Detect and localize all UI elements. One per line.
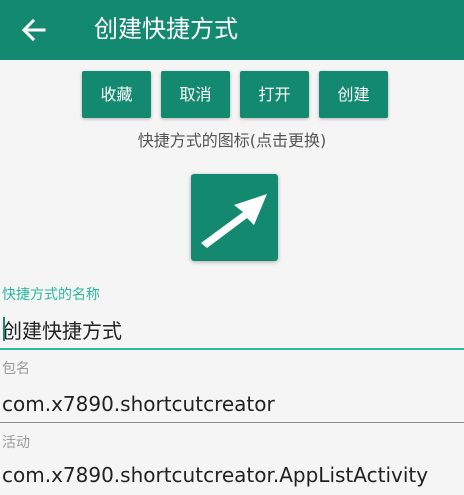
name-field-underline: [0, 348, 464, 350]
package-name-input[interactable]: [0, 384, 464, 424]
favorite-button[interactable]: 收藏: [82, 71, 151, 118]
activity-field-label: 活动: [2, 435, 30, 451]
app-title: 创建快捷方式: [94, 15, 238, 43]
icon-hint: 快捷方式的图标(点击更换): [137, 131, 327, 150]
name-field-label: 快捷方式的名称: [2, 287, 100, 303]
text-cursor: [3, 317, 5, 341]
create-button[interactable]: 创建: [319, 71, 388, 118]
activity-input[interactable]: [0, 455, 464, 495]
cancel-button[interactable]: 取消: [161, 71, 230, 118]
open-button[interactable]: 打开: [240, 71, 309, 118]
package-field-underline: [0, 422, 464, 423]
diagonal-arrow-icon: [201, 194, 267, 248]
shortcut-icon-button[interactable]: [191, 174, 278, 261]
back-arrow-icon[interactable]: [18, 14, 50, 46]
package-field-label: 包名: [2, 361, 30, 377]
app-bar: 创建快捷方式: [0, 0, 464, 60]
shortcut-name-input[interactable]: [0, 309, 464, 349]
